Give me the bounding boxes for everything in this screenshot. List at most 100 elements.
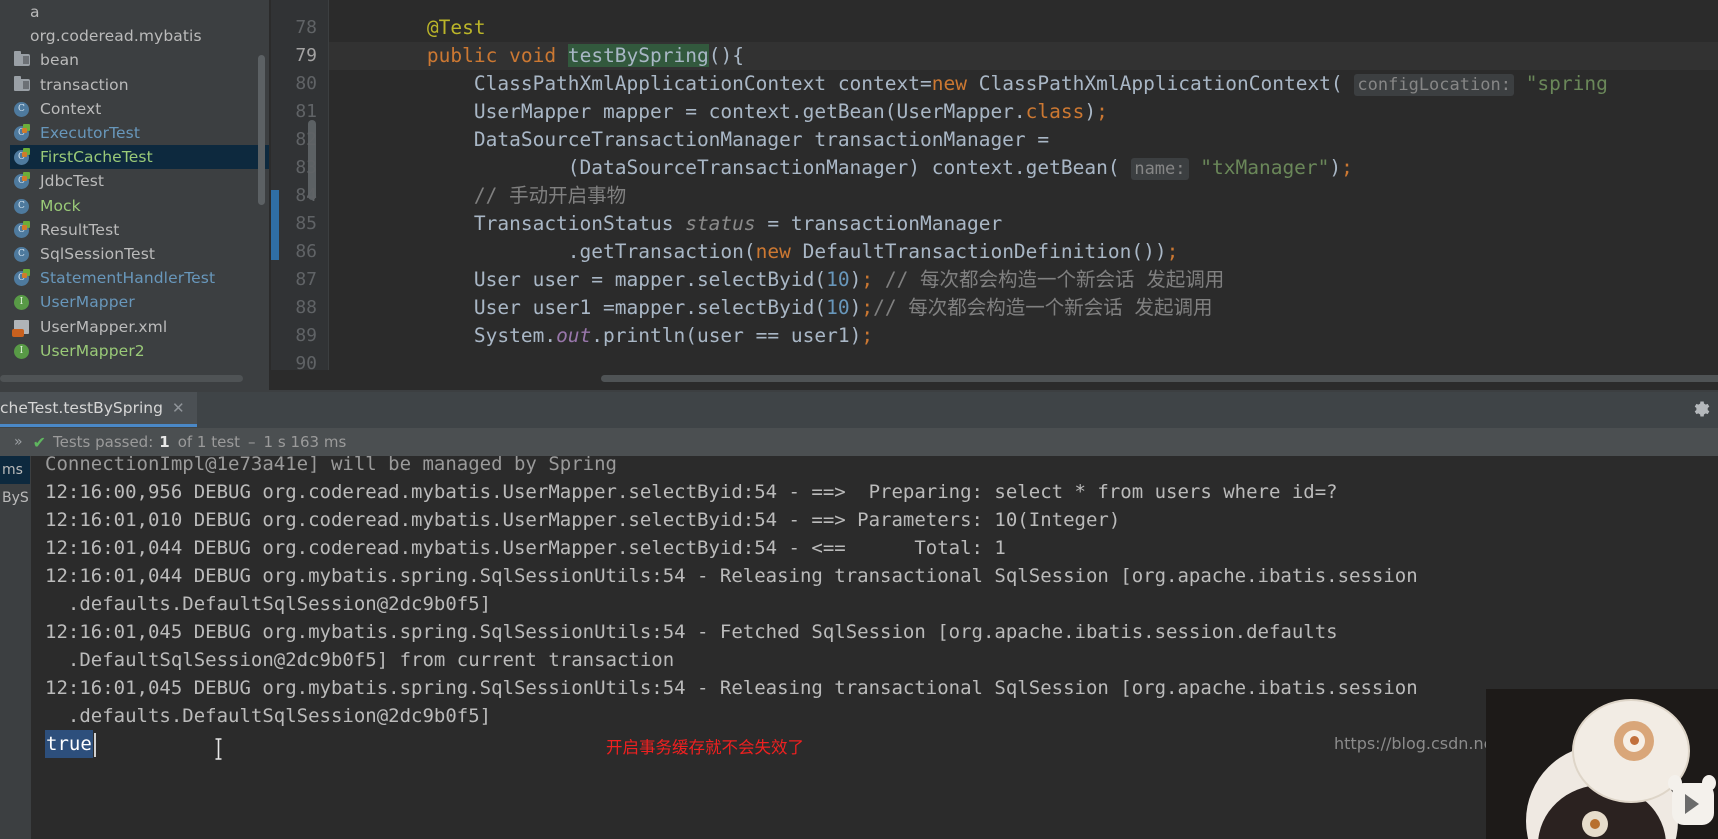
tree-item-transaction[interactable]: transaction (10, 73, 270, 97)
tree-item-label: UserMapper.xml (40, 317, 168, 336)
webcam-overlay (1486, 689, 1718, 839)
webcam-hat-flower-core (1630, 736, 1639, 745)
tree-item-mock[interactable]: C Mock (10, 194, 270, 218)
tree-item-label: transaction (40, 75, 129, 94)
java-test-class-icon: C (12, 220, 34, 238)
code-line[interactable]: @Test (333, 14, 486, 42)
run-tab[interactable]: cheTest.testBySpring ✕ (0, 392, 197, 427)
project-tree-horizontal-scrollbar[interactable] (0, 375, 243, 382)
code-token-kw: class (1025, 100, 1085, 123)
folder-icon (12, 51, 34, 68)
code-token-anno: @Test (426, 16, 486, 39)
tree-item-label: StatementHandlerTest (40, 269, 216, 288)
tree-item-resulttest[interactable]: C ResultTest (10, 218, 270, 242)
tree-item-bean[interactable]: bean (10, 48, 270, 72)
tree-item-label: UserMapper2 (40, 341, 145, 360)
code-token-semi: ; (861, 324, 874, 347)
program-output-selected[interactable]: true (45, 730, 93, 758)
code-token-def: User user = mapper.selectByid( (333, 268, 827, 291)
chevron-right-icon[interactable]: » (14, 434, 23, 450)
line-number: 80 (295, 73, 317, 94)
code-token-cmt: // 每次都会构造一个新会话 发起调用 (884, 268, 1225, 291)
test-tree-item[interactable]: ms (0, 456, 30, 484)
code-token-def: DataSourceTransactionManager transaction… (333, 128, 1050, 151)
console-line: 12:16:01,045 DEBUG org.mybatis.spring.Sq… (45, 621, 1338, 643)
line-number: 87 (295, 269, 317, 290)
webcam-small-flower (1582, 811, 1608, 837)
code-editor[interactable]: 78 @Test 79 public void testBySpring(){80… (271, 0, 1718, 390)
code-token-def (333, 16, 427, 39)
line-number: 83 (295, 157, 317, 178)
project-tree-vertical-scrollbar[interactable] (258, 55, 265, 205)
code-token-field: out (556, 324, 592, 347)
tree-item-label: Context (40, 99, 102, 118)
code-token-def: ) (849, 296, 862, 319)
tree-item-sqlsessiontest[interactable]: C SqlSessionTest (10, 242, 270, 266)
tree-item-context[interactable]: C Context (10, 97, 270, 121)
console-clipped-line: ConnectionImpl@1e73a41e] will be managed… (45, 456, 617, 475)
code-token-num: 10 (826, 268, 850, 291)
tree-item-statementhandlertest[interactable]: C StatementHandlerTest (10, 266, 270, 290)
tree-item-a[interactable]: a (0, 0, 270, 24)
code-line[interactable]: User user = mapper.selectByid(10); // 每次… (333, 266, 1224, 294)
code-line[interactable]: DataSourceTransactionManager transaction… (333, 126, 1049, 154)
java-class-icon: C (12, 198, 34, 214)
code-token-def (873, 268, 885, 291)
test-tree-item[interactable]: ByS (0, 484, 30, 512)
webcam-play-badge[interactable] (1672, 783, 1714, 825)
code-token-italic: status (685, 212, 756, 235)
console-output[interactable]: ConnectionImpl@1e73a41e] will be managed… (31, 456, 1718, 839)
code-line[interactable]: .getTransaction(new DefaultTransactionDe… (333, 238, 1179, 266)
tests-passed-count: 1 (159, 433, 170, 451)
folder-icon (12, 75, 34, 93)
project-tree-panel[interactable]: a org.coderead.mybatis bean transaction C Con… (0, 0, 270, 390)
code-token-semi: ; (861, 268, 874, 291)
editor-horizontal-scrollbar[interactable] (601, 375, 1718, 382)
code-token-semi: ; (1166, 240, 1179, 263)
code-line[interactable]: UserMapper mapper = context.getBean(User… (333, 98, 1108, 126)
code-token-def: (){ (708, 44, 744, 67)
code-line[interactable]: System.out.println(user == user1); (333, 322, 873, 350)
code-token-cmt: // 手动开启事物 (333, 184, 627, 207)
code-line[interactable]: User user1 =mapper.selectByid(10);// 每次都… (333, 294, 1213, 322)
close-icon[interactable]: ✕ (172, 400, 185, 416)
tree-item-executortest[interactable]: C ExecutorTest (10, 121, 270, 145)
tests-detail: of 1 test (177, 433, 241, 451)
tree-item-org-coderead-mybatis[interactable]: org.coderead.mybatis (0, 24, 270, 48)
code-line[interactable]: (DataSourceTransactionManager) context.g… (333, 154, 1353, 182)
code-line[interactable]: public void testBySpring(){ (333, 42, 744, 70)
code-token-def: TransactionStatus (333, 212, 686, 235)
java-test-class-icon: C (12, 124, 34, 142)
code-token-def: ) (1084, 100, 1097, 123)
java-test-class-icon: C (12, 172, 34, 190)
console-line: .defaults.DefaultSqlSession@2dc9b0f5] (45, 593, 492, 615)
tree-item-usermapper[interactable]: I UserMapper (10, 290, 270, 314)
code-line[interactable]: ClassPathXmlApplicationContext context=n… (333, 70, 1608, 98)
tree-item-usermapper2[interactable]: I UserMapper2 (10, 339, 270, 363)
code-token-def: DefaultTransactionDefinition()) (790, 240, 1167, 263)
code-token-kw: new (755, 240, 791, 263)
run-tool-window: cheTest.testBySpring ✕ » ✔ Tests passed:… (0, 392, 1718, 839)
tree-item-firstcachetest[interactable]: C FirstCacheTest (10, 145, 270, 170)
tree-item-label: JdbcTest (40, 172, 105, 191)
java-interface-icon: I (12, 343, 34, 359)
code-token-def (497, 44, 509, 67)
code-token-def (333, 44, 427, 67)
code-token-def: ) (1329, 156, 1342, 179)
code-token-semi: ; (861, 296, 874, 319)
no-icon (2, 28, 24, 44)
run-tab-label: cheTest.testBySpring (0, 399, 163, 417)
tree-item-jdbctest[interactable]: C JdbcTest (10, 169, 270, 193)
gear-icon[interactable] (1690, 399, 1710, 419)
line-number: 79 (295, 45, 317, 66)
line-number: 88 (295, 297, 317, 318)
tree-item-usermapper-xml[interactable]: UserMapper.xml (10, 315, 270, 339)
code-token-def: (DataSourceTransactionManager) context.g… (333, 156, 1132, 179)
check-icon: ✔ (32, 432, 46, 452)
code-line[interactable]: // 手动开启事物 (333, 182, 626, 210)
tests-separator: – (248, 433, 256, 451)
line-number: 89 (295, 325, 317, 346)
java-class-icon: C (12, 101, 34, 117)
code-line[interactable]: TransactionStatus status = transactionMa… (333, 210, 1002, 238)
test-results-tree[interactable]: ms ByS (0, 456, 30, 839)
